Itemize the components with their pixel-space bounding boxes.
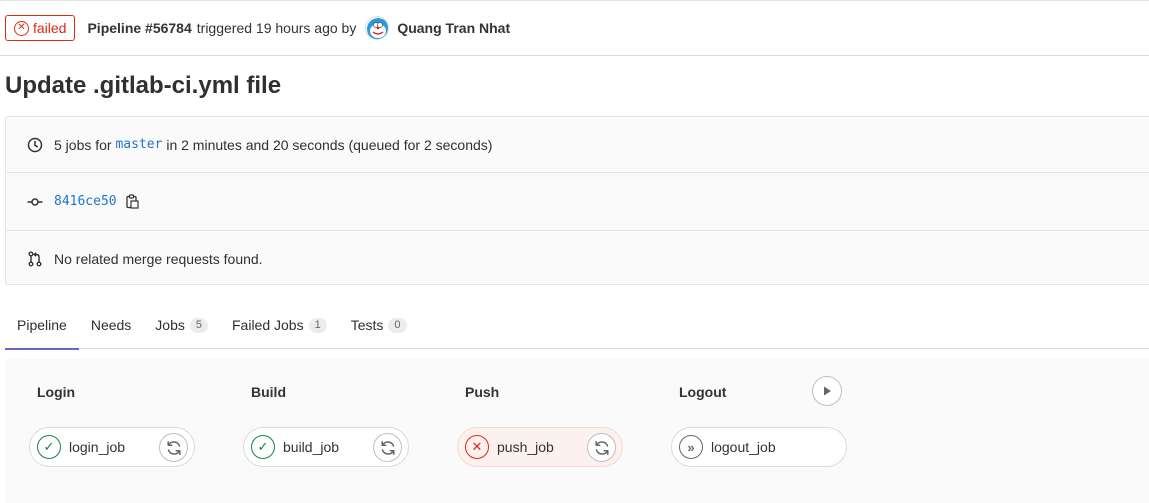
commit-icon (26, 193, 44, 211)
commit-sha-link[interactable]: 8416ce50 (54, 194, 117, 209)
tab-jobs[interactable]: Jobs 5 (143, 301, 220, 349)
pipeline-graph: Login ✓ login_job Build ✓ build_job Push… (5, 359, 1149, 503)
job-push[interactable]: ✕ push_job (457, 427, 623, 467)
count-badge: 5 (189, 317, 208, 333)
tab-label: Pipeline (17, 317, 67, 333)
author-link[interactable]: Quang Tran Nhat (397, 20, 510, 36)
avatar[interactable] (365, 16, 390, 40)
close-circle-icon: ✕ (14, 20, 29, 36)
status-label: failed (33, 20, 67, 36)
page-title: Update .gitlab-ci.yml file (5, 72, 282, 99)
merge-request-icon (26, 250, 44, 268)
tab-label: Failed Jobs (232, 317, 304, 333)
clipboard-icon[interactable] (126, 194, 140, 210)
job-name: build_job (283, 439, 340, 455)
tab-label: Jobs (155, 317, 185, 333)
clock-icon (26, 136, 44, 154)
branch-link[interactable]: master (115, 137, 162, 152)
retry-icon[interactable] (587, 433, 616, 462)
stage-title-push: Push (465, 384, 500, 400)
pipeline-info-box: 5 jobs for master in 2 minutes and 20 se… (5, 116, 1149, 285)
stage-title-logout: Logout (679, 384, 727, 400)
job-name: push_job (497, 439, 554, 455)
play-icon[interactable] (812, 376, 842, 406)
stage-title-login: Login (37, 384, 76, 400)
tab-label: Needs (90, 317, 132, 333)
retry-icon[interactable] (159, 433, 188, 462)
merge-request-row: No related merge requests found. (6, 231, 1149, 286)
duration-row: 5 jobs for master in 2 minutes and 20 se… (6, 117, 1149, 173)
job-name: logout_job (711, 439, 776, 455)
check-circle-icon: ✓ (37, 435, 61, 459)
jobs-duration: in 2 minutes and 20 seconds (queued for … (166, 136, 493, 153)
triggered-text: triggered 19 hours ago by (196, 20, 357, 36)
tab-label: Tests (350, 317, 384, 333)
check-circle-icon: ✓ (251, 435, 275, 459)
job-logout[interactable]: » logout_job (671, 427, 847, 467)
status-badge[interactable]: ✕ failed (5, 15, 76, 41)
tab-needs[interactable]: Needs (79, 301, 143, 349)
close-circle-icon: ✕ (465, 435, 489, 459)
pipeline-header: ✕ failed Pipeline #56784 triggered 19 ho… (0, 0, 1149, 56)
pipeline-tabs: Pipeline Needs Jobs 5 Failed Jobs 1 Test… (5, 301, 1149, 350)
retry-icon[interactable] (373, 433, 402, 462)
merge-requests-text: No related merge requests found. (54, 250, 263, 267)
job-name: login_job (69, 439, 126, 455)
skip-forward-icon: » (679, 435, 703, 459)
count-badge: 0 (388, 317, 407, 333)
pipeline-id: Pipeline #56784 (87, 20, 192, 36)
job-build[interactable]: ✓ build_job (243, 427, 409, 467)
tab-tests[interactable]: Tests 0 (339, 301, 419, 349)
tab-pipeline[interactable]: Pipeline (5, 301, 79, 350)
jobs-prefix: 5 jobs for (54, 136, 112, 153)
tab-failed-jobs[interactable]: Failed Jobs 1 (220, 301, 339, 349)
stage-title-build: Build (251, 384, 286, 400)
job-login[interactable]: ✓ login_job (29, 427, 195, 467)
commit-row: 8416ce50 (6, 173, 1149, 231)
count-badge: 1 (308, 317, 327, 333)
